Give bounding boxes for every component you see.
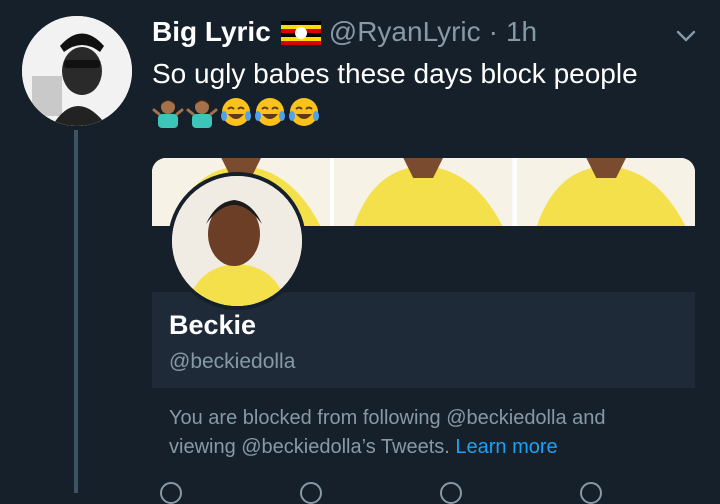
person-shrugging-icon: [186, 99, 218, 128]
share-icon[interactable]: [580, 482, 602, 504]
author-handle[interactable]: @RyanLyric: [329, 16, 481, 48]
chevron-down-icon[interactable]: [674, 24, 698, 48]
tears-of-joy-icon: [221, 98, 251, 126]
profile-card[interactable]: Beckie @beckiedolla You are blocked from…: [152, 158, 695, 463]
retweet-icon[interactable]: [300, 482, 322, 504]
card-handle[interactable]: @beckiedolla: [169, 350, 295, 374]
author-avatar[interactable]: [22, 16, 132, 126]
card-avatar[interactable]: [168, 172, 306, 310]
author-name[interactable]: Big Lyric: [152, 16, 271, 48]
tweet-text: So ugly babes these days block people: [152, 58, 638, 89]
reply-icon[interactable]: [160, 482, 182, 504]
banner-image: [334, 158, 513, 226]
learn-more-link[interactable]: Learn more: [455, 436, 557, 458]
tweet-time[interactable]: 1h: [506, 16, 537, 48]
uganda-flag-icon: [280, 20, 321, 45]
separator-dot: ·: [488, 16, 498, 47]
blocked-notice: You are blocked from following @beckiedo…: [169, 404, 669, 462]
thread-line: [74, 130, 78, 493]
like-icon[interactable]: [440, 482, 462, 504]
tweet-header: Big Lyric @RyanLyric · 1h: [152, 16, 537, 48]
emoji-row: [152, 96, 320, 130]
card-name[interactable]: Beckie: [169, 310, 256, 341]
tears-of-joy-icon: [289, 98, 319, 126]
tears-of-joy-icon: [255, 98, 285, 126]
person-shrugging-icon: [152, 99, 184, 128]
tweet-actions: [160, 482, 620, 504]
banner-image: [516, 158, 695, 226]
